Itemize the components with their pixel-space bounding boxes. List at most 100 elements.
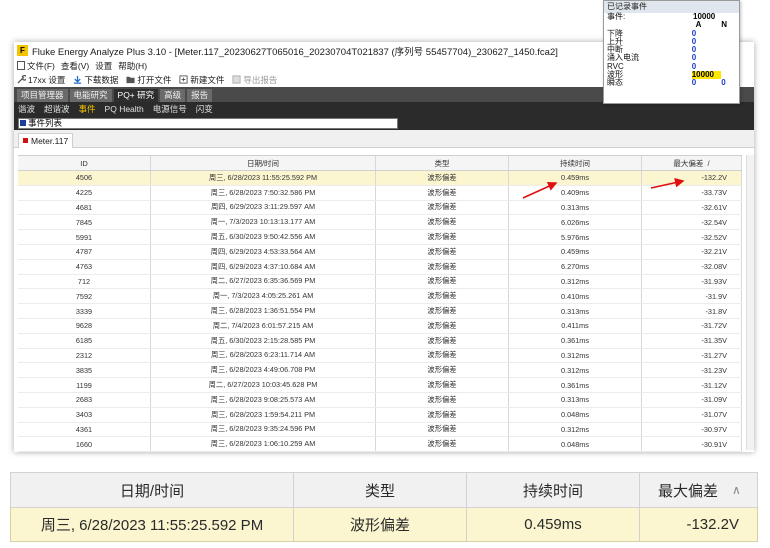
cell-duration: 0.361ms: [509, 378, 642, 392]
table-row[interactable]: 4763 周四, 6/29/2023 4:37:10.684 AM 波形偏差 6.27…: [18, 259, 742, 275]
column-header-id[interactable]: ID: [18, 156, 151, 170]
sort-icon: ∧: [732, 483, 741, 497]
table-row[interactable]: 9628 周二, 7/4/2023 6:01:57.215 AM 波形偏差 0.411…: [18, 318, 742, 334]
cell-type: 波形偏差: [376, 348, 509, 363]
column-header-max-deviation[interactable]: 最大偏差 /: [642, 156, 742, 170]
cell-id: 4506: [18, 171, 151, 185]
table-row[interactable]: 3403 周三, 6/28/2023 1:59:54.211 PM 波形偏差 0.04…: [18, 407, 742, 423]
cell-max_dev: -32.21V: [642, 244, 742, 259]
table-header: ID 日期/时间 类型 持续时间 最大偏差 /: [18, 155, 742, 171]
table-row[interactable]: 712 周二, 6/27/2023 6:35:36.569 PM 波形偏差 0.312…: [18, 274, 742, 290]
table-row[interactable]: 4506 周三, 6/28/2023 11:55:25.592 PM 波形偏差 0.4…: [18, 171, 742, 186]
cell-type: 波形偏差: [376, 333, 509, 348]
zoom-header-duration: 持续时间: [467, 473, 640, 507]
subtab-5[interactable]: 闪变: [196, 103, 213, 115]
cell-duration: 0.409ms: [509, 185, 642, 200]
cell-id: 5991: [18, 230, 151, 244]
tab-3[interactable]: 高级: [160, 89, 186, 102]
cell-datetime: 周三, 6/28/2023 1:06:10.259 AM: [151, 437, 376, 452]
popup-phase-header: A N: [604, 20, 739, 29]
cell-max_dev: -32.61V: [642, 200, 742, 215]
popup-row: 波形 10000: [604, 70, 739, 80]
new-file-button[interactable]: 新建文件: [179, 74, 224, 86]
subtab-4[interactable]: 电源信号: [153, 103, 187, 115]
export-report-button[interactable]: 导出报告: [232, 74, 277, 86]
folder-icon: [126, 76, 135, 84]
subtab-0[interactable]: 谐波: [18, 103, 35, 115]
cell-datetime: 周四, 6/29/2023 4:53:33.564 AM: [151, 244, 376, 259]
table-row[interactable]: 1199 周二, 6/27/2023 10:03:45.628 PM 波形偏差 0.3…: [18, 378, 742, 393]
tab-0[interactable]: 项目管理器: [17, 89, 68, 102]
cell-duration: 0.312ms: [509, 363, 642, 378]
open-file-button[interactable]: 打开文件: [126, 74, 171, 86]
event-list-selector[interactable]: 事件列表: [18, 117, 398, 129]
popup-rows: 下降 0 上升 0 中断 0 涌入电流 0 RVC 0 波形 10000 瞬态 0 0: [604, 29, 739, 88]
menu-file[interactable]: 文件(F): [17, 60, 55, 72]
cell-id: 4225: [18, 185, 151, 200]
meter-tab[interactable]: Meter.117: [18, 132, 74, 148]
table-row[interactable]: 5991 周五, 6/30/2023 9:50:42.556 AM 波形偏差 5.97…: [18, 230, 742, 245]
cell-type: 波形偏差: [376, 200, 509, 215]
subtab-1[interactable]: 超谐波: [44, 103, 70, 115]
table-body: 4506 周三, 6/28/2023 11:55:25.592 PM 波形偏差 0.4…: [18, 171, 742, 452]
column-header-duration[interactable]: 持续时间: [509, 156, 642, 170]
menu-view[interactable]: 查看(V): [61, 60, 89, 72]
cell-id: 9628: [18, 318, 151, 333]
table-row[interactable]: 6185 周五, 6/30/2023 2:15:28.585 PM 波形偏差 0.36…: [18, 333, 742, 349]
table-row[interactable]: 4787 周四, 6/29/2023 4:53:33.564 AM 波形偏差 0.45…: [18, 244, 742, 260]
table-row[interactable]: 7592 周一, 7/3/2023 4:05:25.261 AM 波形偏差 0.410…: [18, 289, 742, 305]
table-row[interactable]: 7845 周一, 7/3/2023 10:13:13.177 AM 波形偏差 6.02…: [18, 215, 742, 231]
menu-settings[interactable]: 设置: [95, 60, 112, 72]
download-icon: [74, 75, 82, 84]
cell-id: 4361: [18, 422, 151, 437]
table-row[interactable]: 4681 周四, 6/29/2023 3:11:29.597 AM 波形偏差 0.31…: [18, 200, 742, 216]
popup-row-a: 0: [691, 78, 697, 88]
table-row[interactable]: 3339 周三, 6/28/2023 1:36:51.554 PM 波形偏差 0.31…: [18, 304, 742, 319]
cell-datetime: 周三, 6/28/2023 11:55:25.592 PM: [151, 171, 376, 185]
cell-duration: 5.976ms: [509, 230, 642, 244]
cell-type: 波形偏差: [376, 363, 509, 378]
cell-datetime: 周一, 7/3/2023 10:13:13.177 AM: [151, 215, 376, 230]
table-row[interactable]: 2683 周三, 6/28/2023 9:08:25.573 AM 波形偏差 0.31…: [18, 392, 742, 408]
setup-button[interactable]: 17xx 设置: [17, 74, 65, 86]
download-button[interactable]: 下载数据: [73, 74, 118, 86]
sub-tabs: 谐波 超谐波 事件 PQ Health 电源信号 闪变: [14, 102, 754, 116]
subtab-3[interactable]: PQ Health: [105, 104, 144, 114]
cell-id: 712: [18, 274, 151, 289]
table-row[interactable]: 3835 周三, 6/28/2023 4:49:06.708 PM 波形偏差 0.31…: [18, 363, 742, 379]
vertical-scrollbar[interactable]: [746, 155, 754, 450]
popup-header-row: 事件: 10000: [604, 12, 739, 21]
event-list-bar: 事件列表: [14, 116, 754, 130]
cell-duration: 6.270ms: [509, 259, 642, 274]
table-row[interactable]: 2312 周三, 6/28/2023 6:23:11.714 AM 波形偏差 0.31…: [18, 348, 742, 364]
cell-duration: 0.459ms: [509, 244, 642, 259]
cell-duration: 0.048ms: [509, 407, 642, 422]
cell-duration: 6.026ms: [509, 215, 642, 230]
cell-type: 波形偏差: [376, 304, 509, 318]
column-header-datetime[interactable]: 日期/时间: [151, 156, 376, 170]
cell-id: 7592: [18, 289, 151, 304]
cell-type: 波形偏差: [376, 407, 509, 422]
table-row[interactable]: 4361 周三, 6/28/2023 9:35:24.596 PM 波形偏差 0.31…: [18, 422, 742, 438]
table-row[interactable]: 1660 周三, 6/28/2023 1:06:10.259 AM 波形偏差 0.04…: [18, 437, 742, 452]
cell-datetime: 周一, 7/3/2023 4:05:25.261 AM: [151, 289, 376, 304]
cell-id: 4787: [18, 244, 151, 259]
cell-max_dev: -31.72V: [642, 318, 742, 333]
cell-max_dev: -30.91V: [642, 437, 742, 452]
cell-id: 7845: [18, 215, 151, 230]
cell-max_dev: -32.54V: [642, 215, 742, 230]
table-row[interactable]: 4225 周三, 6/28/2023 7:50:32.586 PM 波形偏差 0.40…: [18, 185, 742, 201]
cell-max_dev: -31.07V: [642, 407, 742, 422]
subtab-2[interactable]: 事件: [79, 103, 96, 115]
zoom-header: 日期/时间 类型 持续时间 最大偏差 ∧: [10, 472, 758, 508]
tab-4[interactable]: 报告: [187, 89, 213, 102]
tab-2[interactable]: PQ+ 研究: [113, 89, 159, 102]
cell-id: 1199: [18, 378, 151, 392]
menu-help[interactable]: 帮助(H): [118, 60, 147, 72]
zoom-duration: 0.459ms: [467, 508, 640, 541]
cell-max_dev: -33.73V: [642, 185, 742, 200]
cell-type: 波形偏差: [376, 437, 509, 452]
column-header-type[interactable]: 类型: [376, 156, 509, 170]
tab-1[interactable]: 电能研究: [69, 89, 112, 102]
cell-duration: 0.410ms: [509, 289, 642, 304]
